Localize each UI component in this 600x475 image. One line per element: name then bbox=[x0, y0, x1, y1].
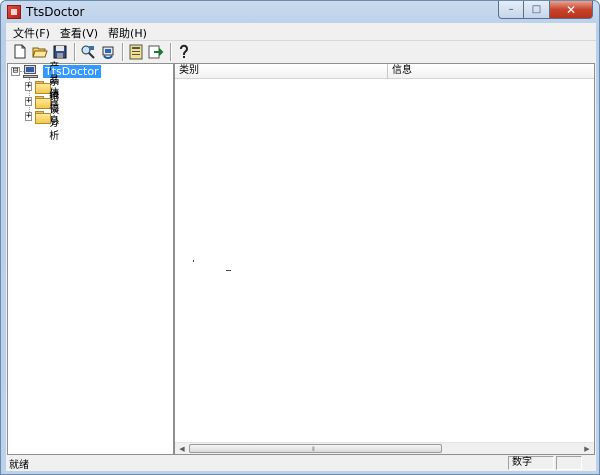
list-pane[interactable]: 类别 信息 ◀ ⦀ ▶ bbox=[174, 63, 595, 455]
toolbar-separator bbox=[122, 42, 124, 61]
horizontal-scrollbar[interactable]: ◀ ⦀ ▶ bbox=[175, 442, 594, 454]
window-title: TtsDoctor bbox=[26, 5, 85, 19]
menu-file[interactable]: 文件(F) bbox=[8, 23, 55, 40]
menu-view[interactable]: 查看(V) bbox=[55, 23, 103, 40]
column-header-info[interactable]: 信息 bbox=[388, 64, 594, 79]
status-numlock: 数字 bbox=[508, 456, 554, 470]
close-icon: ✕ bbox=[565, 2, 577, 17]
scan-icon bbox=[81, 45, 95, 59]
collapse-toggle[interactable]: ⊟ bbox=[11, 67, 20, 76]
save-icon bbox=[53, 45, 67, 58]
stray-mark bbox=[226, 270, 231, 271]
folder-icon bbox=[35, 80, 52, 94]
maximize-icon: □ bbox=[531, 4, 542, 15]
client-area: 文件(F) 查看(V) 帮助(H) ⊟ TtsDoctor + 产品信息 + 系… bbox=[6, 23, 596, 471]
tree-pane[interactable]: ⊟ TtsDoctor + 产品信息 + 系统信息 + 错误分析 bbox=[7, 62, 174, 455]
status-bar: 就绪 数字 bbox=[6, 455, 596, 471]
save-button[interactable] bbox=[52, 44, 68, 60]
new-icon bbox=[14, 44, 26, 59]
scroll-right-arrow-icon[interactable]: ▶ bbox=[581, 444, 593, 454]
help-icon bbox=[180, 44, 188, 58]
title-bar[interactable]: TtsDoctor – □ ✕ bbox=[1, 1, 599, 23]
scroll-thumb[interactable]: ⦀ bbox=[189, 444, 442, 453]
close-button[interactable]: ✕ bbox=[550, 1, 593, 19]
refresh-button[interactable] bbox=[100, 44, 116, 60]
scroll-grip: ⦀ bbox=[312, 446, 314, 453]
expand-toggle[interactable]: + bbox=[25, 97, 33, 106]
minimize-button[interactable]: – bbox=[498, 1, 524, 19]
folder-icon bbox=[35, 95, 52, 109]
toolbar-separator bbox=[170, 42, 172, 61]
expand-toggle[interactable]: + bbox=[25, 82, 33, 91]
stray-mark bbox=[193, 260, 194, 262]
app-icon[interactable] bbox=[7, 5, 21, 19]
new-button[interactable] bbox=[12, 44, 28, 60]
report-button[interactable] bbox=[128, 44, 144, 60]
open-button[interactable] bbox=[32, 44, 48, 60]
minimize-icon: – bbox=[508, 4, 514, 15]
caption-buttons: – □ ✕ bbox=[498, 1, 593, 20]
report-icon bbox=[129, 44, 143, 59]
toolbar bbox=[6, 40, 596, 62]
menu-help[interactable]: 帮助(H) bbox=[103, 23, 152, 40]
resize-grip[interactable] bbox=[584, 456, 596, 470]
expand-toggle[interactable]: + bbox=[25, 112, 33, 121]
tree-item-error-analysis[interactable]: + 错误分析 bbox=[25, 92, 71, 142]
folder-icon bbox=[35, 110, 52, 124]
help-button[interactable] bbox=[176, 44, 192, 60]
scan-button[interactable] bbox=[80, 44, 96, 60]
refresh-icon bbox=[102, 46, 114, 59]
export-icon bbox=[148, 45, 164, 58]
open-icon bbox=[32, 47, 48, 57]
toolbar-separator bbox=[74, 42, 76, 61]
status-indicator bbox=[556, 456, 582, 470]
computer-icon bbox=[23, 64, 39, 79]
app-window: TtsDoctor – □ ✕ 文件(F) 查看(V) 帮助(H) ⊟ TtsD… bbox=[0, 0, 600, 475]
status-text: 就绪 bbox=[9, 459, 29, 471]
column-header-category[interactable]: 类别 bbox=[175, 64, 388, 79]
maximize-button[interactable]: □ bbox=[524, 1, 550, 19]
list-header: 类别 信息 bbox=[175, 64, 594, 79]
export-button[interactable] bbox=[148, 44, 164, 60]
scroll-left-arrow-icon[interactable]: ◀ bbox=[176, 444, 188, 454]
menu-bar: 文件(F) 查看(V) 帮助(H) bbox=[6, 23, 596, 40]
